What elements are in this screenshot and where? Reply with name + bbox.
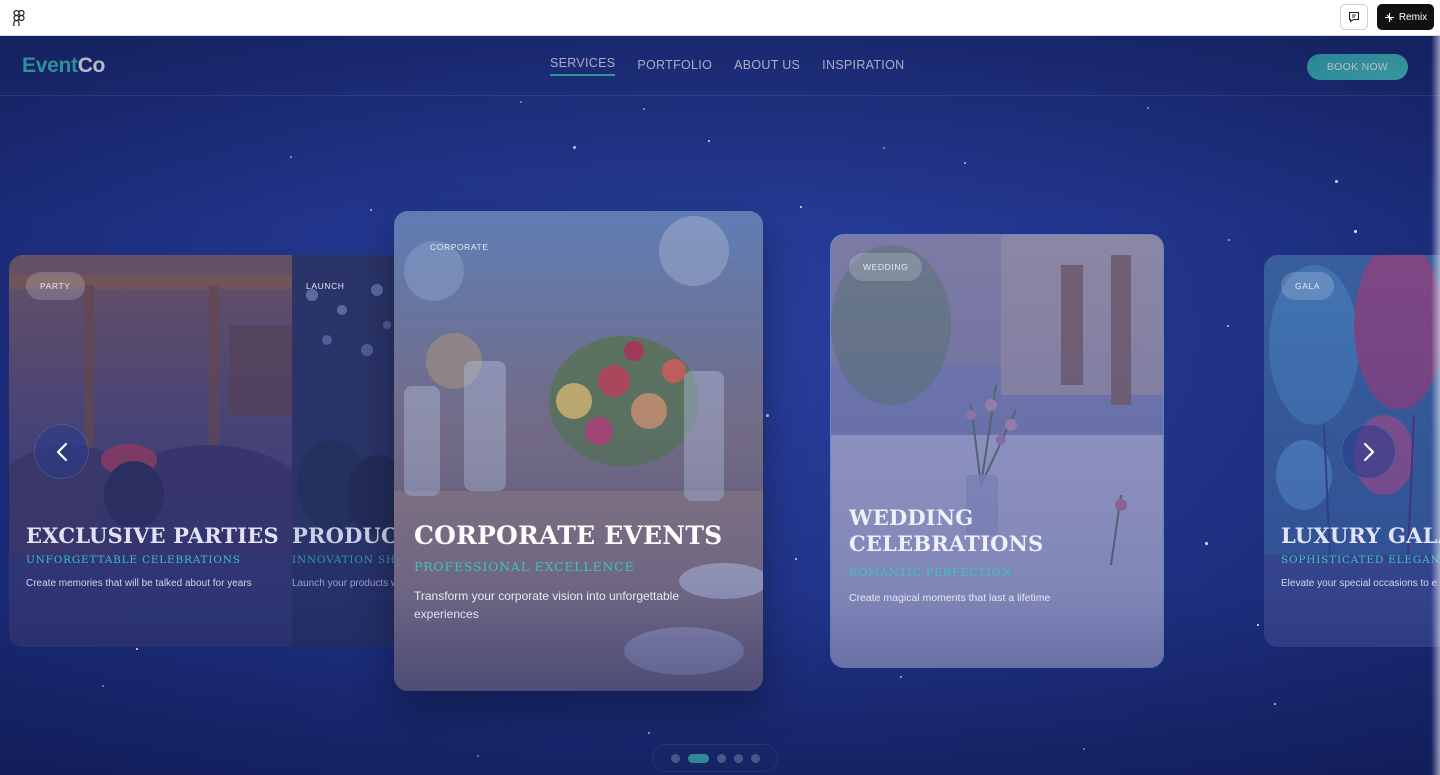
carousel-next-button[interactable] (1341, 424, 1396, 479)
carousel-dot-4[interactable] (733, 753, 743, 763)
party-description: Create memories that will be talked abou… (26, 578, 252, 589)
chevron-left-icon (56, 442, 67, 461)
carousel-dot-1[interactable] (670, 753, 680, 763)
corporate-title: CORPORATE EVENTS (414, 521, 723, 550)
launch-tag: LAUNCH (306, 281, 345, 291)
logo-part-co: Co (77, 54, 106, 77)
star (800, 206, 802, 208)
star (648, 732, 650, 734)
gala-subtitle: SOPHISTICATED ELEGANCE (1281, 554, 1440, 566)
star (1083, 748, 1085, 750)
app-toolbar: Remix (0, 0, 1440, 36)
star (900, 676, 902, 678)
star (290, 156, 292, 158)
star (136, 648, 138, 650)
remix-label: Remix (1398, 11, 1428, 23)
carousel-dot-2[interactable] (687, 753, 709, 763)
star (477, 755, 479, 757)
corporate-subtitle: PROFESSIONAL EXCELLENCE (414, 559, 635, 574)
star (1354, 230, 1357, 233)
hero-stage: EventCo SERVICES PORTFOLIO ABOUT US INSP… (0, 36, 1440, 775)
party-title: EXCLUSIVE PARTIES (26, 523, 279, 548)
star (766, 414, 769, 417)
launch-subtitle: INNOVATION SHOW (292, 554, 402, 566)
launch-description: Launch your products with impact and sty… (292, 578, 402, 589)
site-header: EventCo SERVICES PORTFOLIO ABOUT US INSP… (0, 36, 1440, 96)
carousel-dot-3[interactable] (716, 753, 726, 763)
star (1227, 325, 1229, 327)
remix-icon (1384, 12, 1394, 22)
star (1147, 107, 1149, 109)
logo-part-event: Event (22, 54, 78, 77)
service-card-corporate[interactable]: CORPORATE CORPORATE EVENTS PROFESSIONAL … (394, 211, 763, 691)
star (883, 147, 885, 149)
star (573, 146, 576, 149)
star (1257, 624, 1259, 626)
comment-icon (1348, 11, 1360, 23)
star (795, 558, 797, 560)
star (520, 101, 522, 103)
corporate-description: Transform your corporate vision into unf… (414, 589, 680, 621)
star (1228, 239, 1230, 241)
star (708, 140, 710, 142)
party-tag: PARTY (26, 272, 85, 300)
nav-services[interactable]: SERVICES (550, 56, 616, 76)
carousel-prev-button[interactable] (34, 424, 89, 479)
wedding-subtitle: ROMANTIC PERFECTION (849, 566, 1013, 579)
scrollbar-track[interactable] (1431, 36, 1440, 775)
corporate-tag: CORPORATE (430, 242, 489, 252)
service-card-launch[interactable]: LAUNCH PRODUCT INNOVATION SHOW Launch yo… (292, 255, 402, 647)
main-nav: SERVICES PORTFOLIO ABOUT US INSPIRATION (550, 56, 904, 76)
nav-about-us[interactable]: ABOUT US (734, 58, 800, 76)
star (1205, 542, 1208, 545)
nav-portfolio[interactable]: PORTFOLIO (637, 58, 712, 76)
star (964, 162, 966, 164)
star (1274, 703, 1276, 705)
star (643, 108, 645, 110)
book-now-button[interactable]: BOOK NOW (1307, 54, 1408, 80)
star (102, 685, 104, 687)
wedding-title: WEDDING CELEBRATIONS (849, 505, 1044, 556)
site-logo[interactable]: EventCo (22, 54, 105, 78)
gala-tag: GALA (1281, 272, 1335, 300)
carousel-pagination (652, 744, 778, 772)
wedding-tag: WEDDING (849, 253, 923, 281)
service-card-wedding[interactable]: WEDDING WEDDING CELEBRATIONS ROMANTIC PE… (830, 234, 1164, 668)
gala-title: LUXURY GALA (1281, 523, 1440, 548)
chevron-right-icon (1363, 442, 1374, 461)
figma-logo-icon[interactable] (12, 10, 26, 26)
wedding-description: Create magical moments that last a lifet… (849, 592, 1051, 604)
star (370, 209, 372, 211)
carousel-dot-5[interactable] (750, 753, 760, 763)
remix-button[interactable]: Remix (1377, 4, 1434, 30)
comment-button[interactable] (1340, 4, 1368, 30)
gala-description: Elevate your special occasions to e (1281, 578, 1438, 589)
launch-title: PRODUCT (292, 523, 402, 548)
star (1335, 180, 1338, 183)
party-subtitle: UNFORGETTABLE CELEBRATIONS (26, 554, 241, 566)
nav-inspiration[interactable]: INSPIRATION (822, 58, 904, 76)
